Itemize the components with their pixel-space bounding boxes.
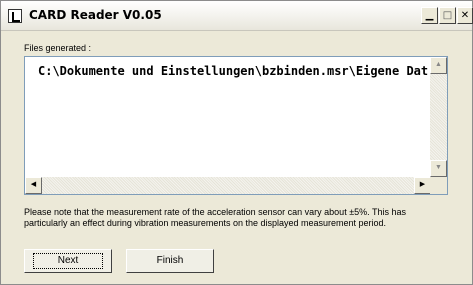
scroll-up-icon[interactable]: ▲ [430, 57, 447, 74]
close-button[interactable]: ✕ [457, 7, 473, 24]
horizontal-scrollbar[interactable]: ◀ ▶ [25, 177, 431, 194]
next-button[interactable]: Next [24, 249, 112, 273]
title-bar[interactable]: CARD Reader V0.05 ▁ □ ✕ [1, 1, 473, 31]
card-reader-window: CARD Reader V0.05 ▁ □ ✕ Files generated … [0, 0, 473, 285]
scroll-left-icon[interactable]: ◀ [25, 177, 42, 194]
measurement-rate-note: Please note that the measurement rate of… [24, 207, 406, 228]
next-button-label: Next [32, 253, 104, 269]
app-icon [8, 9, 22, 23]
vertical-scrollbar[interactable]: ▲ ▼ [430, 57, 447, 177]
files-generated-textarea[interactable]: C:\Dokumente und Einstellungen\bzbinden.… [24, 56, 448, 195]
finish-button[interactable]: Finish [126, 249, 214, 273]
scroll-down-icon[interactable]: ▼ [430, 160, 447, 177]
minimize-button[interactable]: ▁ [421, 7, 438, 24]
maximize-button[interactable]: □ [439, 7, 456, 24]
window-title: CARD Reader V0.05 [29, 8, 162, 22]
scroll-right-icon[interactable]: ▶ [414, 177, 431, 194]
files-generated-label: Files generated : [24, 43, 92, 53]
scrollbar-corner [430, 177, 447, 194]
file-path-text: C:\Dokumente und Einstellungen\bzbinden.… [38, 64, 429, 78]
